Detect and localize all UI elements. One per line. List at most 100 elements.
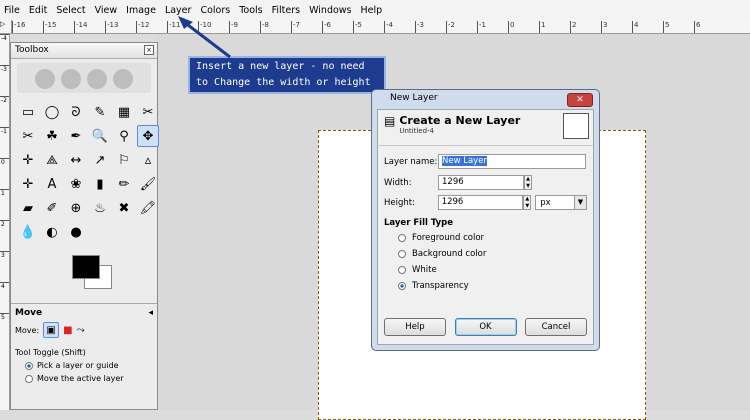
dialog-title-bar: New Layer ✕ — [372, 90, 599, 110]
image-name: Untitled-4 — [399, 127, 435, 135]
fuzzy-select-icon[interactable]: ✎ — [89, 101, 111, 123]
layer-preview — [563, 113, 589, 139]
close-icon[interactable]: × — [144, 45, 154, 55]
move-active-layer-radio[interactable] — [25, 374, 33, 383]
pencil-icon[interactable]: ✏ — [113, 173, 135, 195]
fill-option-foreground-color[interactable]: Foreground color — [378, 230, 593, 246]
radio-button[interactable] — [398, 266, 406, 274]
transform-icon[interactable]: ⟁ — [41, 149, 63, 171]
width-input[interactable]: 1296 — [438, 175, 524, 190]
ellipse-select-icon[interactable]: ◯ — [41, 101, 63, 123]
close-icon[interactable]: ✕ — [567, 93, 593, 107]
scissors-icon[interactable]: ✂ — [137, 101, 159, 123]
ruler-tick: 5 — [663, 21, 694, 33]
ruler-tick: 1 — [539, 21, 570, 33]
ruler-tick: 1 — [0, 189, 9, 220]
clone-icon[interactable]: ♨ — [89, 197, 111, 219]
smudge-icon[interactable]: ◐ — [41, 221, 63, 243]
ruler-tick: -7 — [291, 21, 322, 33]
ruler-tick: 6 — [694, 21, 725, 33]
ruler-tick: 4 — [0, 282, 9, 313]
ruler-tick: -14 — [74, 21, 105, 33]
ruler-tick: -2 — [0, 96, 9, 127]
move-layer-icon[interactable]: ▣ — [43, 322, 60, 338]
fill-option-background-color[interactable]: Background color — [378, 246, 593, 262]
measure-icon[interactable]: ⚲ — [113, 125, 135, 147]
menu-edit[interactable]: Edit — [29, 5, 47, 16]
menu-filters[interactable]: Filters — [272, 5, 300, 16]
move-path-icon[interactable]: ⤳ — [77, 325, 85, 336]
menu-colors[interactable]: Colors — [200, 5, 230, 16]
perspective-icon[interactable]: ⚐ — [113, 149, 135, 171]
foreground-color-swatch[interactable] — [72, 255, 100, 279]
ruler-corner-icon[interactable]: ▷ — [0, 20, 12, 33]
ok-button[interactable]: OK — [454, 318, 517, 336]
shear-icon[interactable]: ↗ — [89, 149, 111, 171]
ink-icon[interactable]: ⊕ — [65, 197, 87, 219]
height-spinner[interactable]: ▲ ▼ — [523, 195, 532, 210]
color-swatches[interactable] — [17, 249, 151, 299]
height-label: Height: — [384, 197, 415, 208]
radio-button[interactable] — [398, 250, 406, 258]
blur-icon[interactable]: 💧 — [17, 221, 39, 243]
bucket-fill-icon[interactable]: ❀ — [65, 173, 87, 195]
menu-select[interactable]: Select — [56, 5, 85, 16]
callout-line-2: to Change the width or height — [196, 77, 371, 88]
menu-file[interactable]: File — [4, 5, 20, 16]
menu-tools[interactable]: Tools — [239, 5, 262, 16]
radio-button[interactable] — [398, 234, 406, 242]
ruler-tick: -4 — [0, 34, 9, 65]
move-selection-icon[interactable]: ■ — [63, 325, 72, 336]
dodge-icon[interactable]: ● — [65, 221, 87, 243]
fill-option-white[interactable]: White — [378, 262, 593, 278]
ruler-tick: -11 — [167, 21, 198, 33]
tool-options: Move ◂ Move: ▣ ■ ⤳ Tool Toggle (Shift) P… — [11, 303, 157, 387]
menu-image[interactable]: Image — [126, 5, 156, 16]
layer-name-input[interactable]: New Layer — [438, 154, 586, 169]
layer-name-label: Layer name: — [384, 156, 438, 167]
ruler-tick: 2 — [570, 21, 601, 33]
fill-option-label: White — [412, 265, 437, 275]
color-select-icon[interactable]: ▦ — [113, 101, 135, 123]
fill-option-transparency[interactable]: Transparency — [378, 278, 593, 294]
pick-layer-label: Pick a layer or guide — [37, 361, 119, 370]
height-input[interactable]: 1296 — [437, 195, 524, 210]
pick-layer-radio[interactable] — [25, 361, 33, 370]
heal-icon[interactable]: ✖ — [113, 197, 135, 219]
blend-icon[interactable]: ▮ — [89, 173, 111, 195]
ruler-tick: 2 — [0, 220, 9, 251]
free-select-icon[interactable]: ᘐ — [65, 101, 87, 123]
paths-icon[interactable]: ☘ — [41, 125, 63, 147]
menu-view[interactable]: View — [95, 5, 118, 16]
ruler-tick: -16 — [12, 21, 43, 33]
radio-button[interactable] — [398, 282, 406, 290]
move-icon[interactable]: ✥ — [137, 125, 159, 147]
color-picker-icon[interactable]: ✒ — [65, 125, 87, 147]
layer-icon: ▤ — [384, 114, 396, 128]
align-icon[interactable]: ✛ — [17, 149, 39, 171]
chevron-down-icon[interactable]: ▼ — [574, 196, 586, 209]
foreground-select-icon[interactable]: ✂ — [17, 125, 39, 147]
airbrush-icon[interactable]: ✐ — [41, 197, 63, 219]
menu-windows[interactable]: Windows — [309, 5, 351, 16]
text-icon[interactable]: A — [41, 173, 63, 195]
menu-layer[interactable]: Layer — [165, 5, 192, 16]
ruler-tick: -13 — [105, 21, 136, 33]
collapse-icon[interactable]: ◂ — [148, 308, 153, 318]
paintbrush-icon[interactable]: 🖌 — [137, 173, 159, 195]
help-button[interactable]: Help — [384, 318, 446, 336]
cage-icon[interactable]: ▵ — [137, 149, 159, 171]
flip-icon[interactable]: ↔ — [65, 149, 87, 171]
callout-line-1: Insert a new layer - no need — [196, 61, 365, 72]
wilber-logo — [17, 63, 151, 93]
horizontal-ruler: ▷ -16 -15 -14 -13 -12 -11 -10 -9 -8 -7 -6 -5 -4 -3 -2 -1… — [0, 20, 750, 34]
perspective-clone-icon[interactable]: 🖍 — [137, 197, 159, 219]
zoom-icon[interactable]: 🔍 — [89, 125, 111, 147]
width-spinner[interactable]: ▲ ▼ — [524, 175, 532, 190]
cancel-button[interactable]: Cancel — [525, 318, 587, 336]
crop-icon[interactable]: ✛ — [17, 173, 39, 195]
eraser-icon[interactable]: ▰ — [17, 197, 39, 219]
unit-select[interactable]: px ▼ — [535, 195, 587, 210]
rect-select-icon[interactable]: ▭ — [17, 101, 39, 123]
menu-help[interactable]: Help — [361, 5, 383, 16]
